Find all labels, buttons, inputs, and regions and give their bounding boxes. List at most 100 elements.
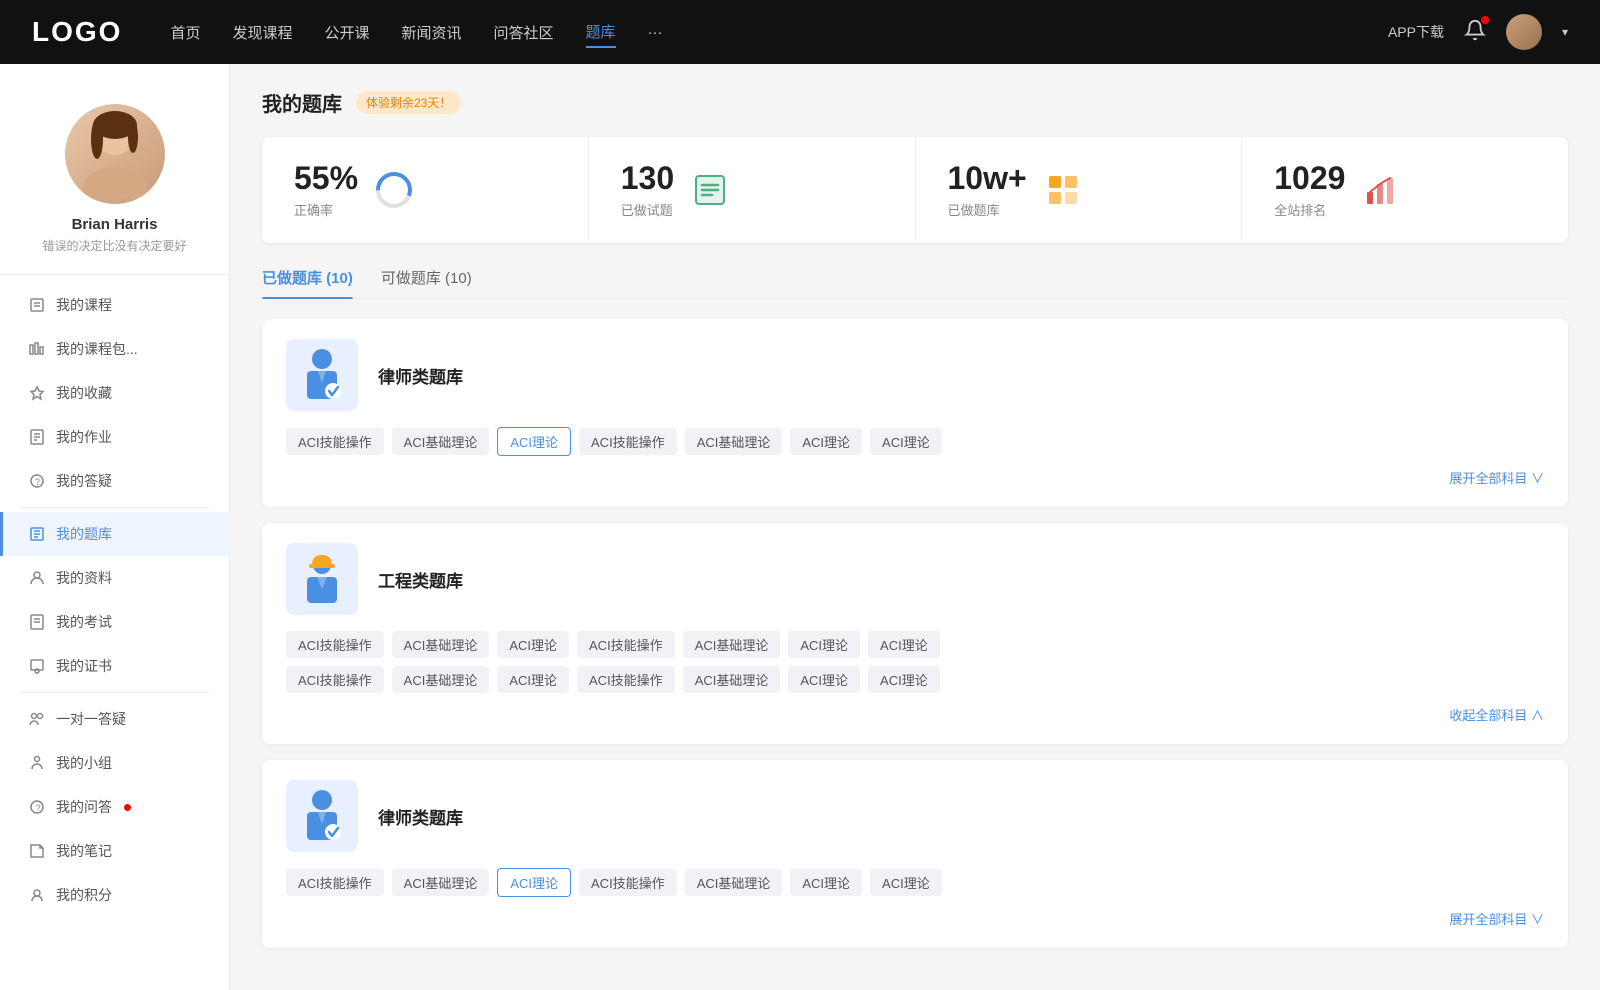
sidebar-item-qa-label: 我的答疑 [56, 471, 112, 491]
profile-name: Brian Harris [72, 216, 158, 233]
sidebar-item-qa[interactable]: ? 我的答疑 [0, 459, 229, 503]
sidebar-item-packages-label: 我的课程包... [56, 339, 138, 359]
one-on-one-icon [28, 710, 46, 728]
sidebar-item-favorites[interactable]: 我的收藏 [0, 371, 229, 415]
tag[interactable]: ACI理论 [868, 631, 940, 658]
sidebar-item-notes[interactable]: 我的笔记 [0, 829, 229, 873]
tag[interactable]: ACI基础理论 [685, 428, 783, 455]
favorites-icon [28, 384, 46, 402]
tag[interactable]: ACI技能操作 [286, 666, 384, 693]
sidebar-item-one-on-one[interactable]: 一对一答疑 [0, 697, 229, 741]
qbank-lawyer-2-title: 律师类题库 [378, 804, 463, 829]
sidebar-item-packages[interactable]: 我的课程包... [0, 327, 229, 371]
sidebar-item-exam[interactable]: 我的考试 [0, 600, 229, 644]
nav-open-course[interactable]: 公开课 [324, 18, 369, 47]
sidebar-item-qbank-label: 我的题库 [56, 524, 112, 544]
qbank-lawyer-2-tags: ACI技能操作 ACI基础理论 ACI理论 ACI技能操作 ACI基础理论 AC… [286, 868, 1544, 897]
tag[interactable]: ACI理论 [497, 666, 569, 693]
qbank-engineer-icon [286, 543, 358, 615]
tabs-row: 已做题库 (10) 可做题库 (10) [262, 267, 1568, 299]
sidebar-item-profile[interactable]: 我的资料 [0, 556, 229, 600]
nav-qa[interactable]: 问答社区 [494, 18, 554, 47]
nav-discover[interactable]: 发现课程 [232, 18, 292, 47]
avatar[interactable] [1506, 14, 1542, 50]
sidebar-item-courses[interactable]: 我的课程 [0, 283, 229, 327]
tag[interactable]: ACI理论 [497, 631, 569, 658]
packages-icon [28, 340, 46, 358]
sidebar-item-group[interactable]: 我的小组 [0, 741, 229, 785]
sidebar-item-favorites-label: 我的收藏 [56, 383, 112, 403]
qbank-engineer-title: 工程类题库 [378, 567, 463, 592]
sidebar-item-homework[interactable]: 我的作业 [0, 415, 229, 459]
stat-accuracy-label: 正确率 [294, 200, 358, 219]
page-header: 我的题库 体验剩余23天！ [262, 88, 1568, 117]
tag[interactable]: ACI基础理论 [392, 666, 490, 693]
nav-news[interactable]: 新闻资讯 [402, 18, 462, 47]
qbank-lawyer-icon-2 [286, 780, 358, 852]
tab-todo[interactable]: 可做题库 (10) [381, 267, 472, 298]
qbank-lawyer-1-expand-btn[interactable]: 展开全部科目 ∨ [286, 468, 1544, 487]
tag[interactable]: ACI理论 [870, 428, 942, 455]
sidebar-item-points[interactable]: 我的积分 [0, 873, 229, 917]
certificate-icon [28, 657, 46, 675]
profile-avatar [65, 104, 165, 204]
accuracy-chart-icon [374, 170, 414, 210]
tag[interactable]: ACI理论 [788, 631, 860, 658]
homework-icon [28, 428, 46, 446]
sidebar-item-certificate[interactable]: 我的证书 [0, 644, 229, 688]
sidebar-item-homework-label: 我的作业 [56, 427, 112, 447]
question-badge [124, 804, 131, 811]
tag[interactable]: ACI基础理论 [683, 666, 781, 693]
page-layout: Brian Harris 错误的决定比没有决定要好 我的课程 我的课程包... [0, 64, 1600, 990]
tag[interactable]: ACI理论 [790, 428, 862, 455]
sidebar-item-group-label: 我的小组 [56, 753, 112, 773]
tag[interactable]: ACI理论 [790, 869, 862, 896]
logo[interactable]: LOGO [32, 16, 122, 48]
nav-home[interactable]: 首页 [170, 18, 200, 47]
my-questions-icon: ? [28, 798, 46, 816]
rank-chart-icon [1361, 170, 1401, 210]
stat-total-label: 已做题库 [948, 200, 1027, 219]
notification-badge [1481, 16, 1489, 24]
tag[interactable]: ACI技能操作 [577, 666, 675, 693]
tab-done[interactable]: 已做题库 (10) [262, 267, 353, 298]
qbank-lawyer-1-tags: ACI技能操作 ACI基础理论 ACI理论 ACI技能操作 ACI基础理论 AC… [286, 427, 1544, 456]
tag[interactable]: ACI基础理论 [683, 631, 781, 658]
tag-active[interactable]: ACI理论 [497, 427, 571, 456]
profile-motto: 错误的决定比没有决定要好 [42, 237, 186, 254]
app-download-btn[interactable]: APP下载 [1388, 22, 1444, 42]
notification-bell[interactable] [1464, 19, 1486, 46]
tag[interactable]: ACI基础理论 [685, 869, 783, 896]
tag[interactable]: ACI技能操作 [286, 428, 384, 455]
qbank-lawyer-2-expand-btn[interactable]: 展开全部科目 ∨ [286, 909, 1544, 928]
tag[interactable]: ACI技能操作 [577, 631, 675, 658]
stat-rank-value: 1029 [1274, 161, 1345, 196]
stat-done-label: 已做试题 [621, 200, 674, 219]
tag[interactable]: ACI基础理论 [392, 428, 490, 455]
tag[interactable]: ACI理论 [788, 666, 860, 693]
qbank-card-engineer: 工程类题库 ACI技能操作 ACI基础理论 ACI理论 ACI技能操作 ACI基… [262, 523, 1568, 744]
tag[interactable]: ACI技能操作 [579, 869, 677, 896]
tag[interactable]: ACI技能操作 [579, 428, 677, 455]
tag[interactable]: ACI技能操作 [286, 869, 384, 896]
sidebar-item-my-questions[interactable]: ? 我的问答 [0, 785, 229, 829]
courses-icon [28, 296, 46, 314]
tag[interactable]: ACI基础理论 [392, 869, 490, 896]
sidebar-item-qbank[interactable]: 我的题库 [0, 512, 229, 556]
tag[interactable]: ACI理论 [870, 869, 942, 896]
qbank-engineer-collapse-btn[interactable]: 收起全部科目 ∧ [286, 705, 1544, 724]
tag[interactable]: ACI技能操作 [286, 631, 384, 658]
tag-active[interactable]: ACI理论 [497, 868, 571, 897]
nav-more[interactable]: ··· [648, 20, 663, 45]
sidebar-item-points-label: 我的积分 [56, 885, 112, 905]
sidebar-item-notes-label: 我的笔记 [56, 841, 112, 861]
nav-qbank[interactable]: 题库 [586, 17, 616, 48]
tag[interactable]: ACI理论 [868, 666, 940, 693]
qbank-lawyer-icon-1 [286, 339, 358, 411]
stats-row: 55% 正确率 130 已做试题 [262, 137, 1568, 243]
tag[interactable]: ACI基础理论 [392, 631, 490, 658]
group-icon [28, 754, 46, 772]
sidebar-profile: Brian Harris 错误的决定比没有决定要好 [0, 88, 229, 275]
page-title: 我的题库 [262, 88, 342, 117]
avatar-chevron-icon[interactable]: ▾ [1562, 25, 1568, 39]
